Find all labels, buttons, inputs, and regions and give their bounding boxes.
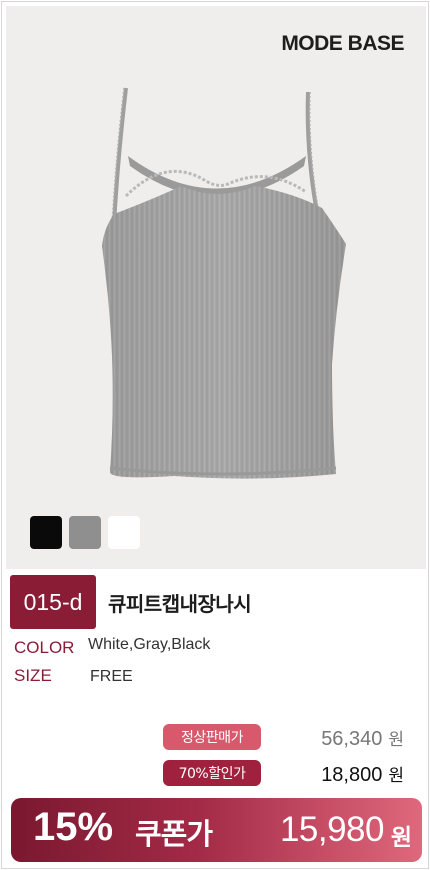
product-card: MODE BASE 015-d 큐피트캡내장나시 COLOR White,Gra… bbox=[1, 1, 429, 869]
product-code-badge: 015-d bbox=[10, 575, 96, 629]
coupon-label: 쿠폰가 bbox=[135, 817, 213, 851]
swatch-white[interactable] bbox=[108, 516, 140, 549]
regular-price-amount: 56,340 bbox=[321, 728, 383, 750]
discount-price-amount: 18,800 bbox=[321, 764, 383, 786]
size-label: SIZE bbox=[14, 666, 52, 685]
color-swatches bbox=[30, 516, 140, 549]
coupon-price-banner[interactable]: 15% 쿠폰가 15,980 원 bbox=[11, 798, 422, 862]
regular-price-tag: 정상판매가 bbox=[163, 724, 261, 750]
brand-logo: MODE BASE bbox=[281, 32, 404, 55]
color-value: White,Gray,Black bbox=[88, 636, 211, 653]
camisole-image bbox=[102, 87, 346, 479]
discount-price: 18,800 원 bbox=[321, 761, 404, 787]
product-photo[interactable]: MODE BASE bbox=[6, 6, 426, 569]
discount-price-tag: 70%할인가 bbox=[163, 760, 261, 786]
swatch-gray[interactable] bbox=[69, 516, 101, 549]
product-name[interactable]: 큐피트캡내장나시 bbox=[108, 588, 252, 617]
swatch-black[interactable] bbox=[30, 516, 62, 549]
size-value: FREE bbox=[90, 668, 133, 685]
coupon-price: 15,980 bbox=[279, 810, 385, 849]
color-label: COLOR bbox=[14, 638, 75, 657]
regular-price: 56,340 원 bbox=[321, 725, 404, 751]
coupon-currency: 원 bbox=[390, 825, 412, 851]
coupon-percent: 15% bbox=[33, 805, 114, 849]
regular-price-unit: 원 bbox=[388, 730, 404, 750]
discount-price-unit: 원 bbox=[388, 766, 404, 786]
